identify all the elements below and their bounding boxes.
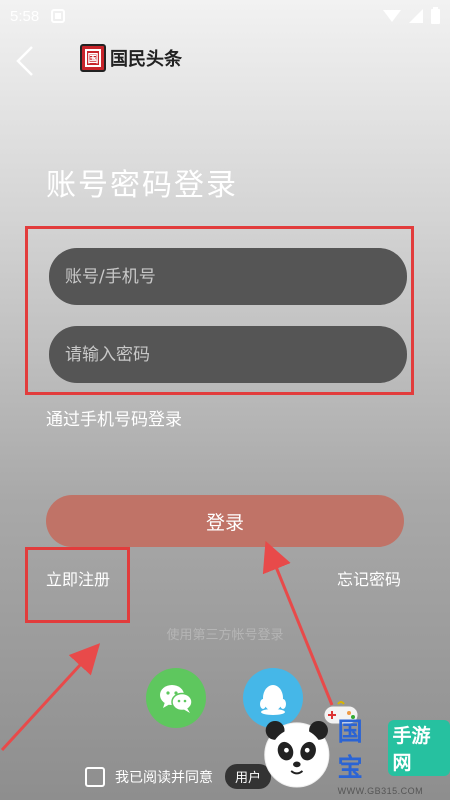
forgot-password-link[interactable]: 忘记密码 xyxy=(337,566,401,590)
status-time: 5:58 xyxy=(10,7,40,25)
panda-logo-icon xyxy=(264,720,330,788)
app-logo: 国 国民头条 xyxy=(80,44,182,72)
account-input[interactable] xyxy=(49,248,407,305)
third-party-label: 使用第三方帐号登录 xyxy=(166,628,284,643)
watermark-text: 国宝 手游网 WWW.GB315.COM xyxy=(338,712,450,796)
agreement-row: 我已阅读并同意 用户 xyxy=(85,764,272,789)
annotation-arrow-register xyxy=(0,643,101,752)
wifi-icon xyxy=(383,10,401,22)
agree-checkbox[interactable] xyxy=(85,766,105,787)
watermark-url: WWW.GB315.COM xyxy=(337,786,424,796)
page-title: 账号密码登录 xyxy=(46,168,238,203)
phone-login-link[interactable]: 通过手机号码登录 xyxy=(46,405,182,430)
watermark-title-left: 国宝 xyxy=(337,717,364,782)
watermark: 国宝 手游网 WWW.GB315.COM xyxy=(260,708,450,800)
status-icons xyxy=(383,6,440,24)
agreement-text: 我已阅读并同意 xyxy=(115,769,213,786)
notification-icon xyxy=(51,9,66,23)
logo-text: 国民头条 xyxy=(110,49,182,70)
password-input[interactable] xyxy=(49,326,407,383)
annotation-arrows xyxy=(0,540,334,752)
battery-icon xyxy=(431,6,440,24)
wechat-icon xyxy=(160,685,193,713)
credentials-highlight-box xyxy=(25,226,414,395)
signal-icon xyxy=(409,9,423,23)
back-button[interactable] xyxy=(12,44,38,78)
chevron-left-icon xyxy=(16,46,33,76)
logo-mark: 国 xyxy=(80,44,106,72)
register-link[interactable]: 立即注册 xyxy=(46,566,110,590)
wechat-login-button[interactable] xyxy=(146,668,206,728)
logo-glyph: 国 xyxy=(85,49,101,67)
login-button[interactable]: 登录 xyxy=(46,495,404,547)
watermark-title-right: 手游网 xyxy=(388,720,450,776)
watermark-title: 国宝 手游网 xyxy=(338,712,450,784)
status-bar: 5:58 xyxy=(0,0,450,32)
